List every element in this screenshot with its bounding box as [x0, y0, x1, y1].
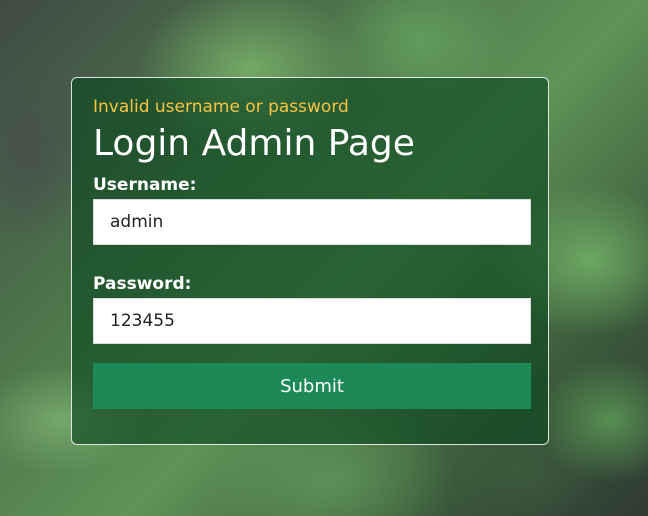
username-input[interactable]: [93, 199, 531, 245]
password-label: Password:: [93, 274, 192, 294]
password-input[interactable]: [93, 298, 531, 344]
password-group: Password:: [93, 273, 531, 344]
error-message: Invalid username or password: [93, 97, 349, 117]
submit-button[interactable]: Submit: [93, 363, 531, 409]
username-group: Username:: [93, 174, 531, 245]
page-title: Login Admin Page: [93, 123, 415, 164]
username-label: Username:: [93, 175, 197, 195]
login-form: Invalid username or password Login Admin…: [71, 77, 549, 445]
